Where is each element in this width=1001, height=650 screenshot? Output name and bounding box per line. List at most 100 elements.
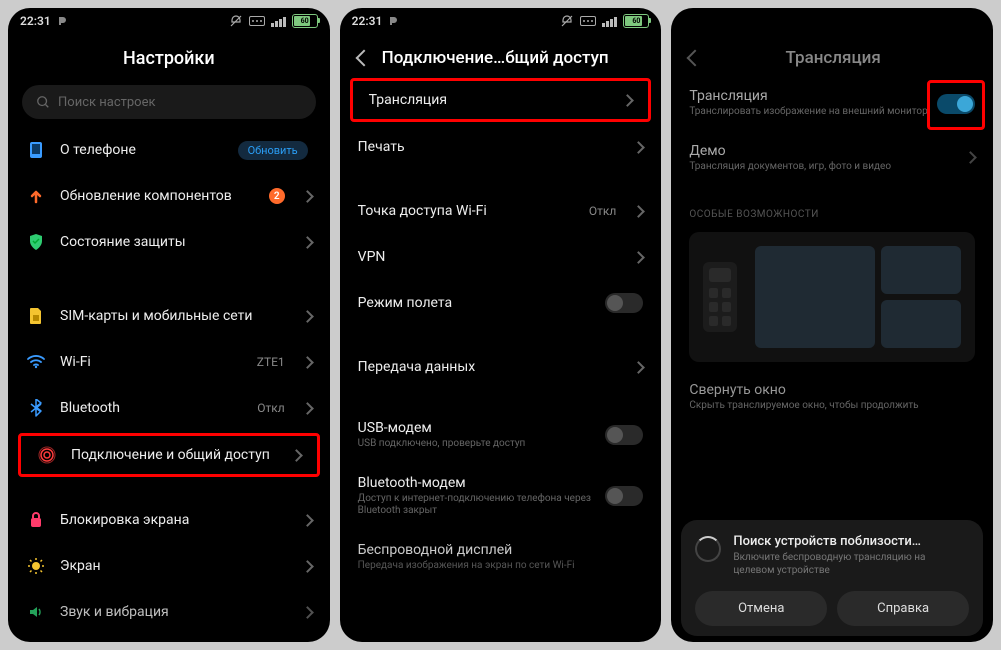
page-title: Подключение…бщий доступ [382,48,609,68]
row-data-transfer[interactable]: Передача данных [340,344,662,390]
remote-icon [703,262,737,332]
row-label: Bluetooth-модем [358,475,592,491]
row-vpn[interactable]: VPN [340,234,662,280]
row-sublabel: Скрыть транслируемое окно, чтобы продолж… [689,400,975,413]
row-lock-screen[interactable]: Блокировка экрана [8,497,330,543]
row-label: Беспроводной дисплей [358,542,644,558]
row-sublabel: USB подключено, проверьте доступ [358,438,592,451]
row-display[interactable]: Экран [8,543,330,589]
search-icon [36,95,50,109]
usb-tether-toggle[interactable] [605,425,643,445]
speaker-icon [26,602,46,622]
search-input[interactable]: Поиск настроек [22,85,316,119]
row-bt-tether[interactable]: Bluetooth-модем Доступ к интернет-подклю… [340,463,662,530]
row-label: Обновление компонентов [60,188,255,204]
row-wifi[interactable]: Wi-Fi ZTE1 [8,339,330,385]
chevron-right-icon [301,402,314,415]
row-usb-tether[interactable]: USB-модем USB подключено, проверьте дост… [340,408,662,463]
status-time: 22:31 [352,14,383,28]
screen-icon [755,246,961,348]
help-button[interactable]: Справка [837,591,969,626]
mute-icon [560,15,574,27]
cast-illustration [689,232,975,362]
mute-icon [229,15,243,27]
update-badge: 2 [269,188,285,204]
chevron-right-icon [632,361,645,374]
page-header: Подключение…бщий доступ [340,34,662,76]
row-wireless-display[interactable]: Беспроводной дисплей Передача изображени… [340,530,662,585]
status-time: 22:31 [20,14,51,28]
row-component-updates[interactable]: Обновление компонентов 2 [8,173,330,219]
row-label: Wi-Fi [60,354,243,370]
bt-tether-toggle[interactable] [605,486,643,506]
row-label: Трансляция [689,88,933,104]
row-label: Печать [358,139,621,155]
row-sim-cards[interactable]: SIM-карты и мобильные сети [8,293,330,339]
update-pill[interactable]: Обновить [238,141,308,160]
chevron-right-icon [632,205,645,218]
bluetooth-icon [26,398,46,418]
status-bar: 22:31 60 [8,8,330,34]
airplane-toggle[interactable] [605,293,643,313]
page-title: Настройки [123,48,215,69]
search-devices-modal: Поиск устройств поблизости… Включите бес… [681,520,983,636]
chevron-right-icon [301,560,314,573]
sun-icon [26,556,46,576]
shield-icon [26,232,46,252]
page-title: Трансляция [713,48,953,68]
search-placeholder: Поиск настроек [58,95,156,110]
row-label: Свернуть окно [689,382,975,398]
row-sound[interactable]: Звук и вибрация [8,589,330,635]
chevron-right-icon [290,449,303,462]
back-button[interactable] [687,50,704,67]
row-minimize[interactable]: Свернуть окно Скрыть транслируемое окно,… [671,370,993,425]
phone-screen-1: 22:31 60 Настройки Поиск настроек О теле… [8,8,330,642]
row-about-phone[interactable]: О телефоне Обновить [8,127,330,173]
row-airplane[interactable]: Режим полета [340,280,662,326]
row-label: Точка доступа Wi-Fi [358,203,575,219]
chevron-right-icon [301,190,314,203]
row-bluetooth[interactable]: Bluetooth Откл [8,385,330,431]
row-label: USB-модем [358,420,592,436]
row-demo[interactable]: Демо Трансляция документов, игр, фото и … [671,131,993,186]
battery-icon: 60 [623,14,649,28]
row-label: Режим полета [358,295,592,311]
spinner-icon [695,536,721,562]
chevron-right-icon [621,94,634,107]
cancel-button[interactable]: Отмена [695,591,827,626]
highlight-cast: Трансляция [350,78,652,122]
chevron-right-icon [301,356,314,369]
phone-icon [26,140,46,160]
back-button[interactable] [355,50,372,67]
row-label: Подключение и общий доступ [71,447,278,463]
sim-icon [26,306,46,326]
row-print[interactable]: Печать [340,124,662,170]
row-label: Демо [689,143,952,159]
row-label: VPN [358,249,621,265]
row-label: Экран [60,558,289,574]
row-label: SIM-карты и мобильные сети [60,308,289,324]
chevron-right-icon [964,151,977,164]
chevron-right-icon [301,236,314,249]
chevron-right-icon [632,141,645,154]
row-connection-share[interactable]: Подключение и общий доступ [29,444,309,466]
arrow-up-icon [26,186,46,206]
wifi-icon [26,352,46,372]
chevron-right-icon [301,606,314,619]
cast-toggle[interactable] [937,94,975,114]
row-sublabel: Доступ к интернет-подключению телефона ч… [358,493,592,518]
row-security-status[interactable]: Состояние защиты [8,219,330,265]
chevron-right-icon [301,514,314,527]
share-icon [37,445,57,465]
page-header: Трансляция [671,34,993,76]
volte-icon [249,15,265,27]
chevron-right-icon [301,310,314,323]
modal-title: Поиск устройств поблизости… [733,534,969,549]
signal-icon [602,15,617,27]
row-cast[interactable]: Трансляция [361,89,641,111]
row-hotspot[interactable]: Точка доступа Wi-Fi Откл [340,188,662,234]
signal-icon [271,15,286,27]
modal-subtitle: Включите беспроводную трансляцию на целе… [733,551,969,577]
row-value: ZTE1 [257,355,285,369]
p-icon [388,16,398,26]
